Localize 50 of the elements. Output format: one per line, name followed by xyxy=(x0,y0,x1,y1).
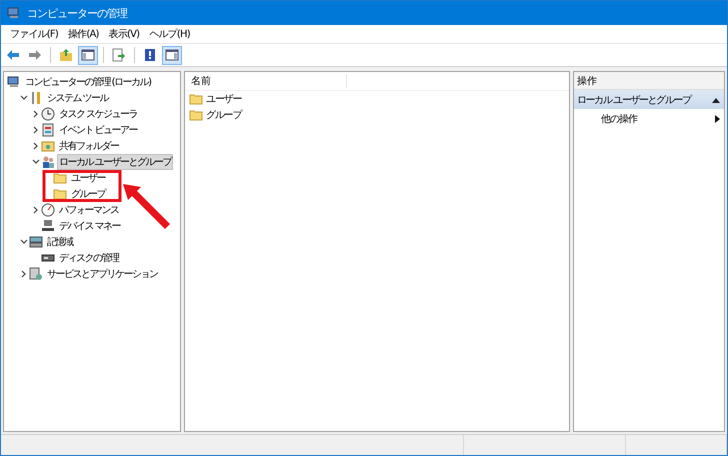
action-pane-icon xyxy=(165,48,179,62)
computer-icon xyxy=(7,75,21,89)
toolbar-button[interactable] xyxy=(162,46,182,64)
back-arrow-icon xyxy=(6,48,20,62)
annotation-arrow xyxy=(123,184,170,229)
action-item[interactable]: 他の操作 xyxy=(601,112,637,126)
menu-item[interactable]: ファイル(F) xyxy=(5,27,63,41)
menu-item[interactable]: 表示(V) xyxy=(104,27,144,41)
toolbar-button[interactable] xyxy=(78,46,98,64)
tree-item[interactable]: サービスとアプリケーション xyxy=(45,266,160,282)
tree-item[interactable]: イベント ビューアー xyxy=(57,122,140,138)
tree-item[interactable]: 記憶域 xyxy=(45,234,74,250)
users-icon xyxy=(41,155,55,169)
storage-icon xyxy=(29,235,43,249)
folder-icon xyxy=(53,187,67,201)
window-title: コンピューターの管理 xyxy=(27,6,127,20)
tree-item[interactable]: コンピューターの管理 (ローカル) xyxy=(23,74,152,90)
export-list-icon xyxy=(112,48,126,62)
computer-icon xyxy=(7,6,21,20)
tree-item[interactable]: システム ツール xyxy=(45,90,110,106)
tree-item[interactable]: 共有フォルダー xyxy=(57,138,120,154)
shared-folder-icon xyxy=(41,139,55,153)
actions-header: 操作 xyxy=(574,72,724,90)
tree-item[interactable]: デバイス マネー xyxy=(57,218,122,234)
tree-item[interactable]: ディスクの管理 xyxy=(57,250,120,266)
folder-icon xyxy=(189,108,203,122)
clock-icon xyxy=(41,107,55,121)
folder-up-icon xyxy=(59,48,73,62)
folder-icon xyxy=(189,92,203,106)
forward-arrow-icon xyxy=(28,48,42,62)
log-icon xyxy=(41,123,55,137)
tree-item[interactable]: ローカル ユーザーとグループ xyxy=(57,154,174,170)
collapse-triangle-icon[interactable] xyxy=(712,96,720,102)
tree-pane-icon xyxy=(81,48,95,62)
tree-item[interactable]: ユーザー xyxy=(69,170,107,186)
device-icon xyxy=(41,219,55,233)
gauge-icon xyxy=(41,203,55,217)
action-section[interactable]: ローカル ユーザーとグループ xyxy=(574,90,724,109)
services-icon xyxy=(29,267,43,281)
section-title: ローカル ユーザーとグループ xyxy=(577,94,691,106)
tree-item[interactable]: パフォーマンス xyxy=(57,202,120,218)
tools-icon xyxy=(29,91,43,105)
menu-item[interactable]: 操作(A) xyxy=(62,27,104,41)
tree-item[interactable]: タスク スケジューラ xyxy=(57,106,140,122)
folder-icon xyxy=(53,171,67,185)
tree-item[interactable]: グループ xyxy=(69,186,107,202)
menu-item[interactable]: ヘルプ(H) xyxy=(144,27,195,41)
column-header[interactable]: 名前 xyxy=(185,74,347,88)
list-item[interactable]: ユーザー xyxy=(206,92,242,106)
list-item[interactable]: グループ xyxy=(206,108,242,122)
